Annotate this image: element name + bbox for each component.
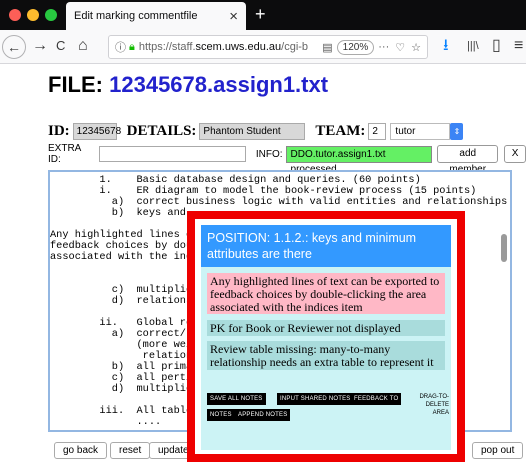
text-line: (more wei [50, 339, 193, 351]
position-header: POSITION: 1.1.2.: keys and minimum attri… [201, 225, 451, 267]
reader-view-icon[interactable]: ▤ [322, 41, 332, 54]
info-field[interactable]: DDO.tutor.assign1.txt processed [285, 145, 433, 175]
reload-icon[interactable]: C [56, 36, 65, 56]
pop-out-button[interactable]: pop out [472, 442, 524, 459]
active-tab[interactable]: Edit marking commentfile × [66, 2, 246, 30]
team-label: TEAM: [315, 122, 366, 139]
select-arrow-icon[interactable]: ⇕ [450, 122, 464, 140]
feedback-to-notes-button-cont[interactable]: Notes [207, 409, 235, 421]
home-icon[interactable]: ⌂ [78, 36, 88, 56]
text-line: associated with the indic [50, 251, 205, 263]
sidebar-icon[interactable]: ▯ [492, 36, 501, 56]
note-item[interactable]: PK for Book or Reviewer not displayed [207, 320, 445, 336]
minimize-window-button[interactable] [27, 9, 39, 21]
id-field[interactable]: 12345678 [72, 122, 121, 140]
input-shared-notes-button[interactable]: Input Shared Notes [277, 393, 354, 405]
role-select[interactable]: tutor ⇕ [390, 122, 464, 140]
bookmark-star-icon[interactable]: ☆ [411, 41, 421, 54]
text-line: d) multiplic [50, 383, 193, 395]
file-name: 12345678.assign1.txt [109, 72, 329, 97]
text-line: iii. All table [50, 405, 193, 417]
add-member-button[interactable]: add member [437, 145, 499, 175]
team-field[interactable]: 2 [368, 122, 387, 140]
extra-id-input[interactable] [99, 146, 246, 162]
text-line: d) relations [50, 295, 193, 307]
text-line: relation [50, 350, 193, 362]
text-line: Any highlighted lines of [50, 229, 199, 241]
url-text[interactable]: https://staff.scem.uws.edu.au/cgi-b [139, 41, 322, 53]
menu-icon[interactable]: ≡ [514, 36, 523, 56]
pocket-icon[interactable]: ♡ [395, 41, 405, 54]
notes-popup[interactable]: POSITION: 1.1.2.: keys and minimum attri… [187, 211, 465, 462]
library-icon[interactable]: |||\ [467, 36, 479, 56]
text-line: feedback choices by doubl [50, 240, 205, 252]
notes-panel: POSITION: 1.1.2.: keys and minimum attri… [201, 225, 451, 450]
text-line: a) correct business logic with valid ent… [50, 196, 508, 208]
navigation-bar: ← → C ⌂ ⓘ 🔒︎ https://staff.scem.uws.edu.… [0, 30, 526, 64]
text-line: i. ER diagram to model the book-review p… [50, 185, 477, 197]
id-label: ID: [48, 122, 70, 139]
drag-to-delete-area[interactable]: Drag-to-Delete Area [409, 393, 449, 417]
details-field[interactable]: Phantom Student [199, 122, 306, 140]
text-line: .... [50, 416, 162, 428]
note-item[interactable]: Review table missing: many-to-many relat… [207, 341, 445, 370]
text-line: a) correct/r [50, 328, 193, 340]
textarea-scrollbar[interactable] [501, 234, 507, 262]
feedback-to-notes-button[interactable]: Feedback to [351, 393, 402, 405]
extra-id-label: EXTRA ID: [48, 143, 81, 165]
go-back-button[interactable]: go back [54, 442, 108, 459]
back-arrow-icon[interactable]: ← [2, 35, 26, 59]
student-info-row: ID: 12345678 DETAILS: Phantom Student TE… [48, 120, 464, 142]
page-title: FILE: 12345678.assign1.txt [48, 72, 328, 98]
text-line: c) all perti [50, 372, 193, 384]
append-notes-button[interactable]: Append Notes [235, 409, 291, 421]
close-window-button[interactable] [9, 9, 21, 21]
reset-button[interactable]: reset [110, 442, 151, 459]
text-line: 1. Basic database design and queries. (6… [50, 174, 421, 186]
download-icon[interactable]: ⭳ [443, 36, 449, 56]
info-icon[interactable]: ⓘ [115, 39, 126, 55]
note-item[interactable]: Any highlighted lines of text can be exp… [207, 273, 445, 314]
file-label: FILE: [48, 72, 103, 97]
zoom-level[interactable]: 120% [336, 39, 375, 55]
extra-info-row: EXTRA ID: INFO: DDO.tutor.assign1.txt pr… [48, 143, 526, 175]
lock-icon[interactable]: 🔒︎ [129, 41, 135, 54]
info-label: INFO: [255, 148, 283, 160]
new-tab-button[interactable]: + [255, 4, 266, 24]
text-line: ii. Global re [50, 317, 193, 329]
maximize-window-button[interactable] [45, 9, 57, 21]
tab-bar: Edit marking commentfile × + [0, 0, 526, 30]
text-line: b) keys and [50, 207, 186, 219]
remove-member-button[interactable]: X [504, 145, 526, 163]
save-all-notes-button[interactable]: Save All Notes [207, 393, 266, 405]
text-line: c) multiplic [50, 284, 193, 296]
close-tab-icon[interactable]: × [229, 9, 238, 24]
text-line: b) all prima [50, 361, 193, 373]
url-bar[interactable]: ⓘ 🔒︎ https://staff.scem.uws.edu.au/cgi-b… [108, 35, 428, 59]
tab-title: Edit marking commentfile [74, 10, 198, 22]
details-label: DETAILS: [126, 122, 197, 139]
page-actions-icon[interactable]: ··· [378, 41, 389, 53]
forward-arrow-icon[interactable]: → [32, 36, 48, 56]
